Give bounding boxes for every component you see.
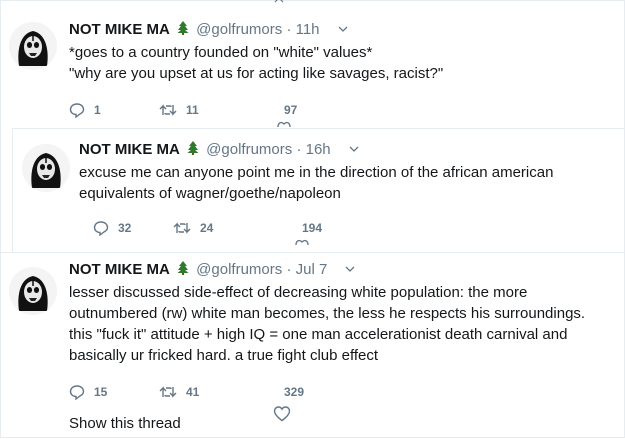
timestamp[interactable]: Jul 7 bbox=[296, 261, 328, 278]
like-count: 329 bbox=[284, 385, 305, 399]
tree-emoji-icon bbox=[177, 261, 189, 275]
tweet-text-line: basically ur fricked hard. a true fight … bbox=[69, 347, 379, 364]
retweet-icon bbox=[159, 386, 177, 398]
tweet[interactable]: NOT MIKE MA @golfrumors · Jul 7 lesser d… bbox=[0, 252, 625, 439]
tweet-text-line: excuse me can anyone point me in the dir… bbox=[79, 164, 554, 181]
tweet-text-line: equivalents of wagner/goethe/napoleon bbox=[79, 185, 341, 202]
tweet-text-line: this "fuck it" attitude + high IQ = one … bbox=[69, 326, 568, 343]
skull-avatar-icon bbox=[9, 22, 57, 70]
like-count: 97 bbox=[284, 103, 298, 117]
reply-count: 15 bbox=[94, 385, 108, 399]
timestamp[interactable]: 16h bbox=[306, 141, 331, 158]
tweet-header: NOT MIKE MA @golfrumors · Jul 7 bbox=[69, 261, 355, 279]
retweet-icon bbox=[159, 104, 177, 116]
caret-down-icon[interactable] bbox=[345, 265, 355, 273]
skull-avatar-icon bbox=[9, 267, 57, 315]
reply-count: 32 bbox=[118, 221, 132, 235]
reply-icon bbox=[69, 385, 85, 400]
tweet-text-line: *goes to a country founded on "white" va… bbox=[69, 44, 373, 61]
tweet[interactable]: NOT MIKE MA @golfrumors · 16h excuse me … bbox=[12, 128, 625, 253]
handle[interactable]: @golfrumors bbox=[196, 21, 282, 38]
show-thread-link[interactable]: Show this thread bbox=[69, 415, 181, 432]
retweet-button[interactable]: 41 bbox=[159, 382, 199, 402]
reply-icon bbox=[69, 103, 85, 118]
tweet-text: lesser discussed side-effect of decreasi… bbox=[69, 282, 614, 366]
display-name[interactable]: NOT MIKE MA bbox=[69, 21, 170, 38]
avatar[interactable] bbox=[9, 267, 57, 315]
tree-emoji-icon bbox=[177, 21, 189, 35]
display-name[interactable]: NOT MIKE MA bbox=[69, 261, 170, 278]
retweet-button[interactable]: 24 bbox=[173, 218, 213, 238]
avatar[interactable] bbox=[22, 144, 70, 192]
tweet-text: *goes to a country founded on "white" va… bbox=[69, 42, 609, 84]
retweet-count: 24 bbox=[200, 221, 214, 235]
retweet-icon bbox=[173, 222, 191, 234]
caret-down-icon[interactable] bbox=[349, 145, 359, 153]
avatar[interactable] bbox=[9, 22, 57, 70]
separator-dot: · bbox=[286, 261, 292, 278]
like-button[interactable]: 194 bbox=[293, 218, 322, 238]
tweet-header: NOT MIKE MA @golfrumors · 11h bbox=[69, 21, 348, 39]
heart-icon[interactable] bbox=[273, 406, 291, 422]
separator-dot: · bbox=[286, 21, 292, 38]
retweet-button[interactable]: 11 bbox=[159, 100, 199, 120]
retweet-count: 11 bbox=[186, 103, 199, 117]
reply-icon bbox=[93, 221, 109, 236]
like-count: 194 bbox=[302, 221, 323, 235]
display-name[interactable]: NOT MIKE MA bbox=[79, 141, 180, 158]
reply-button[interactable]: 15 bbox=[69, 382, 107, 402]
like-button[interactable]: 97 bbox=[275, 100, 297, 120]
heart-icon[interactable] bbox=[277, 120, 291, 128]
tweet-header: NOT MIKE MA @golfrumors · 16h bbox=[79, 141, 359, 159]
separator-dot: · bbox=[296, 141, 302, 158]
handle[interactable]: @golfrumors bbox=[206, 141, 292, 158]
handle[interactable]: @golfrumors bbox=[196, 261, 282, 278]
retweet-count: 41 bbox=[186, 385, 200, 399]
heart-icon[interactable] bbox=[295, 238, 309, 246]
tweet-text-line: outnumbered (rw) white man becomes, the … bbox=[69, 305, 586, 322]
timestamp[interactable]: 11h bbox=[296, 21, 320, 38]
tweet-text-line: lesser discussed side-effect of decreasi… bbox=[69, 284, 528, 301]
reply-count: 1 bbox=[94, 103, 101, 117]
reply-button[interactable]: 1 bbox=[69, 100, 101, 120]
tweet-text: excuse me can anyone point me in the dir… bbox=[79, 162, 609, 204]
tweet-text-line: "why are you upset at us for acting like… bbox=[69, 65, 444, 82]
tree-emoji-icon bbox=[187, 141, 199, 155]
like-count-wrap: 329 bbox=[275, 382, 304, 402]
caret-down-icon[interactable] bbox=[338, 25, 348, 33]
tweet[interactable]: NOT MIKE MA @golfrumors · 11h *goes to a… bbox=[0, 0, 625, 128]
reply-button[interactable]: 32 bbox=[93, 218, 131, 238]
skull-avatar-icon bbox=[22, 144, 70, 192]
